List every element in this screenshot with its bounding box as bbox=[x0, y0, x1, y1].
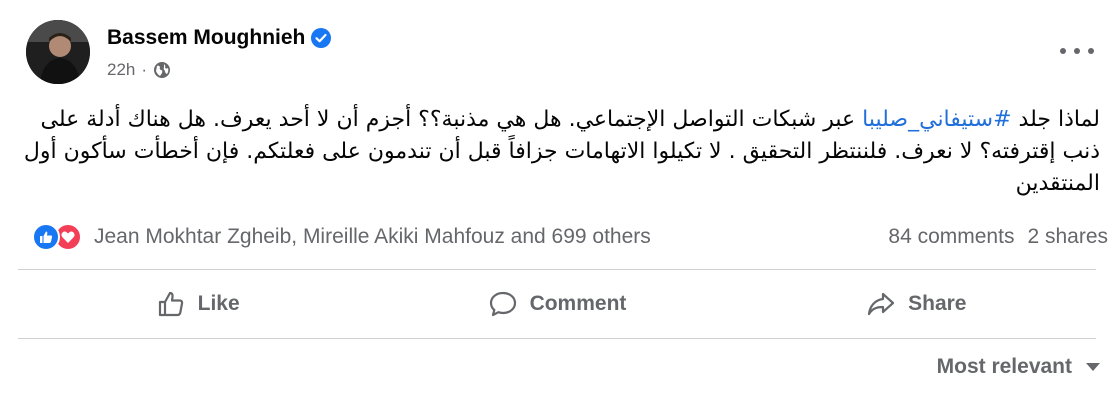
author-row: Bassem Moughnieh bbox=[107, 26, 332, 50]
reaction-icons[interactable] bbox=[32, 223, 82, 251]
more-options-icon[interactable] bbox=[1060, 40, 1094, 62]
comment-label: Comment bbox=[529, 292, 627, 315]
post-text-start: لماذا جلد bbox=[1011, 107, 1100, 132]
like-reaction-icon bbox=[32, 223, 60, 251]
shares-count[interactable]: 2 shares bbox=[1027, 225, 1108, 249]
share-label: Share bbox=[908, 292, 967, 315]
author-name[interactable]: Bassem Moughnieh bbox=[107, 26, 305, 50]
verified-badge-icon bbox=[311, 28, 332, 48]
action-bar: Like Comment Share bbox=[18, 276, 1096, 332]
post-stats: Jean Mokhtar Zgheib, Mireille Akiki Mahf… bbox=[32, 220, 1108, 254]
thumbs-up-icon bbox=[158, 291, 183, 317]
author-avatar[interactable] bbox=[26, 20, 90, 84]
post-timestamp[interactable]: 22h bbox=[107, 60, 135, 80]
share-arrow-icon bbox=[868, 292, 895, 316]
caret-down-icon bbox=[1086, 363, 1100, 371]
hashtag-link[interactable]: #ستيفاني_صليبا bbox=[862, 107, 1011, 132]
comment-button[interactable]: Comment bbox=[377, 276, 736, 332]
post-text: لماذا جلد #ستيفاني_صليبا عبر شبكات التوا… bbox=[18, 104, 1100, 200]
engagement-counts: 84 comments 2 shares bbox=[888, 225, 1108, 249]
comments-count[interactable]: 84 comments bbox=[888, 225, 1014, 249]
comment-sort-dropdown[interactable]: Most relevant bbox=[937, 355, 1100, 379]
public-globe-icon bbox=[154, 62, 171, 78]
comment-bubble-icon bbox=[489, 291, 516, 317]
like-button[interactable]: Like bbox=[18, 276, 377, 332]
reacted-by-text[interactable]: Jean Mokhtar Zgheib, Mireille Akiki Mahf… bbox=[94, 225, 651, 249]
divider bbox=[18, 269, 1096, 270]
sort-label: Most relevant bbox=[936, 355, 1072, 378]
meta-separator: · bbox=[141, 60, 148, 79]
like-label: Like bbox=[197, 292, 240, 315]
divider bbox=[18, 338, 1096, 339]
facebook-post: Bassem Moughnieh 22h · لماذا جلد #ستيفان… bbox=[0, 0, 1114, 400]
share-button[interactable]: Share bbox=[737, 276, 1096, 332]
post-meta: 22h · bbox=[107, 60, 171, 80]
